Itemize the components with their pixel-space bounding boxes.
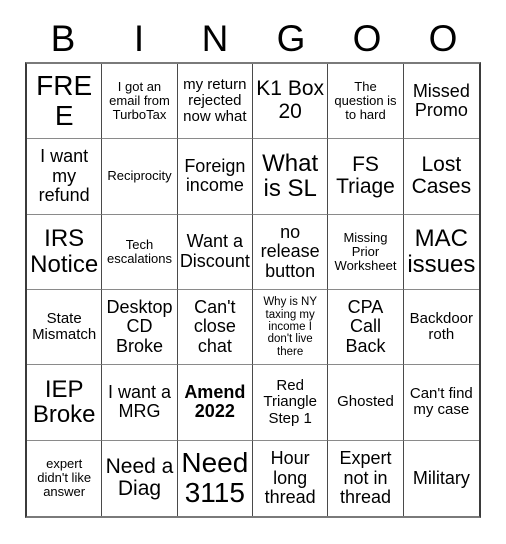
bingo-cell-label: I want my refund: [38, 146, 90, 206]
bingo-cell-label: Red Triangle Step 1: [263, 377, 317, 427]
bingo-cell-r5-c2[interactable]: I want a MRG: [102, 365, 178, 441]
bingo-cell-r6-c1[interactable]: expert didn't like answer: [27, 440, 103, 516]
bingo-cell-r3-c5[interactable]: Missing Prior Worksheet: [328, 214, 404, 290]
bingo-header-row: BINGOO: [25, 14, 481, 62]
bingo-cell-label: Expert not in thread: [339, 448, 392, 508]
bingo-cell-label: Need 3115: [181, 447, 249, 509]
bingo-cell-label: Backdoor roth: [409, 309, 474, 344]
bingo-cell-r3-c4[interactable]: no release button: [253, 214, 329, 290]
bingo-cell-label: Why is NY taxing my income I don't live …: [263, 296, 317, 358]
bingo-cell-r3-c1[interactable]: IRS Notice: [27, 214, 103, 290]
bingo-cell-label: State Mismatch: [32, 309, 97, 344]
bingo-header-letter-5: O: [428, 17, 458, 59]
bingo-card: B I N G O O FREE I got an email from TurboTax m…: [0, 0, 506, 544]
bingo-cell-r4-c4[interactable]: Why is NY taxing my income I don't live …: [253, 290, 329, 366]
bingo-cell-r5-c5[interactable]: Ghosted: [328, 365, 404, 441]
bingo-cell-r6-c2[interactable]: Need a Diag: [102, 440, 178, 516]
bingo-cell-r1-c5[interactable]: The question is to hard: [328, 64, 404, 140]
bingo-cell-r6-c4[interactable]: Hour long thread: [253, 440, 329, 516]
bingo-cell-r6-c6[interactable]: Military: [403, 440, 479, 516]
bingo-cell-label: Missed Promo: [412, 80, 470, 121]
bingo-cell-label: Want a Discount: [179, 231, 250, 271]
bingo-cell-label: Tech escalations: [106, 236, 173, 266]
bingo-cell-r1-c3[interactable]: my return rejected now what: [177, 64, 253, 140]
bingo-cell-r3-c3[interactable]: Want a Discount: [177, 214, 253, 290]
bingo-cell-r5-c1[interactable]: IEP Broke: [27, 365, 103, 441]
bingo-cell-label: What is SL: [262, 149, 319, 203]
bingo-cell-r4-c5[interactable]: CPA Call Back: [328, 290, 404, 366]
bingo-cell-label: MAC issues: [407, 224, 476, 278]
bingo-cell-label: I got an email from TurboTax: [109, 79, 170, 123]
bingo-cell-r2-c3[interactable]: Foreign income: [177, 139, 253, 215]
bingo-cell-r2-c6[interactable]: Lost Cases: [403, 139, 479, 215]
bingo-cell-r1-c1[interactable]: FREE: [27, 64, 103, 140]
bingo-header-letter-3: G: [276, 17, 306, 59]
bingo-cell-label: Reciprocity: [107, 168, 172, 184]
bingo-cell-label: Missing Prior Worksheet: [334, 229, 397, 273]
bingo-cell-label: IEP Broke: [32, 375, 96, 429]
bingo-cell-label: Lost Cases: [411, 152, 472, 199]
bingo-cell-label: Can't close chat: [193, 297, 236, 356]
bingo-cell-label: Need a Diag: [105, 454, 174, 501]
bingo-cell-r4-c6[interactable]: Backdoor roth: [403, 290, 479, 366]
bingo-cell-r5-c4[interactable]: Red Triangle Step 1: [253, 365, 329, 441]
bingo-cell-r2-c4[interactable]: What is SL: [253, 139, 329, 215]
bingo-cell-label: CPA Call Back: [345, 297, 386, 356]
bingo-cell-r6-c5[interactable]: Expert not in thread: [328, 440, 404, 516]
bingo-cell-label: expert didn't like answer: [37, 456, 92, 500]
bingo-cell-label: Ghosted: [337, 393, 394, 411]
bingo-cell-r1-c4[interactable]: K1 Box 20: [253, 64, 329, 140]
bingo-cell-r4-c2[interactable]: Desktop CD Broke: [102, 290, 178, 366]
bingo-cell-label: The question is to hard: [334, 79, 397, 123]
bingo-grid: FREE I got an email from TurboTax my retur…: [25, 62, 481, 518]
bingo-cell-label: Desktop CD Broke: [106, 297, 173, 356]
bingo-cell-label: I want a MRG: [107, 382, 172, 422]
bingo-cell-r4-c1[interactable]: State Mismatch: [27, 290, 103, 366]
bingo-cell-r2-c5[interactable]: FS Triage: [328, 139, 404, 215]
bingo-header-letter-0: B: [50, 17, 76, 59]
bingo-cell-r5-c3[interactable]: Amend 2022: [177, 365, 253, 441]
bingo-cell-r2-c1[interactable]: I want my refund: [27, 139, 103, 215]
bingo-cell-r6-c3[interactable]: Need 3115: [177, 440, 253, 516]
bingo-cell-label: K1 Box 20: [256, 77, 325, 124]
bingo-cell-r3-c2[interactable]: Tech escalations: [102, 214, 178, 290]
bingo-cell-label: FREE: [36, 69, 93, 132]
bingo-cell-label: Amend 2022: [184, 382, 246, 422]
bingo-cell-r1-c2[interactable]: I got an email from TurboTax: [102, 64, 178, 140]
bingo-cell-label: my return rejected now what: [183, 75, 247, 126]
bingo-cell-r3-c6[interactable]: MAC issues: [403, 214, 479, 290]
bingo-cell-label: Hour long thread: [264, 448, 316, 508]
bingo-header-letter-4: O: [352, 17, 382, 59]
bingo-cell-label: IRS Notice: [30, 224, 99, 278]
bingo-cell-label: Foreign income: [184, 156, 246, 196]
bingo-cell-r4-c3[interactable]: Can't close chat: [177, 290, 253, 366]
bingo-cell-label: no release button: [260, 221, 320, 281]
bingo-header-letter-2: N: [201, 17, 229, 59]
bingo-cell-label: FS Triage: [336, 152, 395, 199]
bingo-cell-label: Can't find my case: [409, 385, 473, 419]
bingo-cell-label: Military: [412, 467, 470, 488]
bingo-cell-r1-c6[interactable]: Missed Promo: [403, 64, 479, 140]
bingo-header-letter-1: I: [133, 17, 145, 59]
bingo-cell-r5-c6[interactable]: Can't find my case: [403, 365, 479, 441]
bingo-cell-r2-c2[interactable]: Reciprocity: [102, 139, 178, 215]
